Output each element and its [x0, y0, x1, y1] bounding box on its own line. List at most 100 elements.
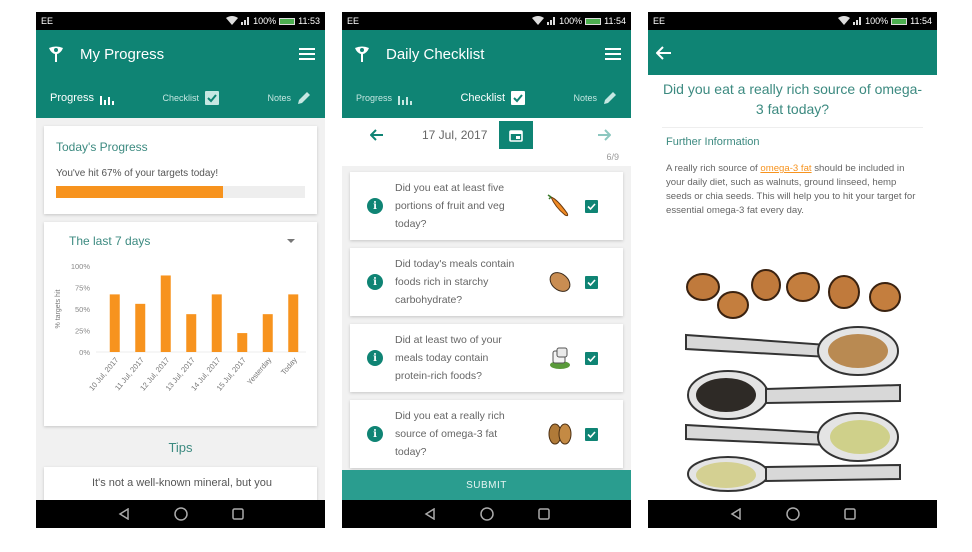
carrier-label: EE: [653, 16, 666, 26]
checklist-item: i Did today's meals contain foods rich i…: [350, 248, 623, 316]
tab-progress-label: Progress: [356, 93, 393, 103]
spoon-linseed-icon: [685, 326, 899, 376]
battery-icon: [279, 17, 296, 25]
next-day-arrow-icon[interactable]: [597, 129, 611, 141]
recents-nav-icon[interactable]: [537, 508, 550, 520]
current-date: 17 Jul, 2017: [422, 128, 488, 142]
back-arrow-icon[interactable]: [656, 45, 672, 60]
signal-icon: [547, 16, 556, 27]
page-title: Daily Checklist: [386, 45, 485, 63]
hamburger-menu-icon[interactable]: [605, 48, 621, 60]
todays-progress-heading: Today's Progress: [56, 140, 148, 154]
info-icon[interactable]: i: [367, 426, 383, 442]
walnut-icon: [545, 419, 575, 449]
further-information-text: A really rich source of omega-3 fat shou…: [648, 148, 937, 218]
home-nav-icon[interactable]: [785, 507, 800, 521]
battery-percent: 100%: [559, 16, 583, 26]
previous-day-arrow-icon[interactable]: [370, 129, 384, 141]
tab-progress[interactable]: Progress: [50, 92, 115, 105]
chart-bar: [237, 333, 248, 352]
hamburger-menu-icon[interactable]: [299, 48, 315, 60]
omega3-fat-link[interactable]: omega-3 fat: [760, 163, 811, 174]
carrot-icon: [545, 191, 575, 221]
walnut-icon: [686, 269, 901, 319]
tab-bar: Progress Checklist Notes: [36, 78, 325, 118]
walnuts-and-seeds-illustration: [685, 269, 901, 492]
progress-bar-fill: [56, 186, 223, 198]
checklist-item-text: Did at least two of your meals today con…: [395, 334, 502, 382]
last-7-days-card: The last 7 days % targets hit 0% 25% 50% 75%…: [44, 222, 317, 426]
date-navigator: 17 Jul, 2017: [342, 118, 631, 152]
android-nav-bar: [342, 500, 631, 528]
calendar-icon: [509, 129, 524, 142]
clock: 11:54: [910, 16, 932, 26]
chart-bar: [160, 275, 171, 352]
tab-progress[interactable]: Progress: [356, 92, 413, 105]
tab-bar: Progress Checklist Notes: [342, 78, 631, 118]
dropdown-arrow-icon[interactable]: [287, 239, 295, 243]
back-nav-icon[interactable]: [118, 508, 130, 520]
checklist-item-text: Did you eat a really rich source of omeg…: [395, 410, 505, 458]
info-icon[interactable]: i: [367, 350, 383, 366]
checklist-checkbox[interactable]: [585, 275, 598, 289]
tab-checklist[interactable]: Checklist: [163, 91, 220, 105]
wifi-icon: [532, 15, 545, 27]
tab-checklist[interactable]: Checklist: [460, 91, 526, 105]
recents-nav-icon[interactable]: [231, 508, 244, 520]
chart-bar: [262, 314, 273, 352]
calendar-button[interactable]: [499, 121, 534, 149]
pencil-icon: [604, 92, 616, 104]
y-tick-label: 75%: [75, 284, 90, 293]
checklist-checkbox[interactable]: [585, 199, 598, 213]
chart-bar: [288, 294, 299, 352]
carrier-label: EE: [41, 16, 54, 26]
tab-progress-label: Progress: [50, 92, 95, 104]
status-bar: EE 100% 11:54: [342, 12, 631, 30]
info-icon[interactable]: i: [367, 274, 383, 290]
app-bar: Daily Checklist Progress Checklist Notes: [342, 30, 631, 118]
question-heading: Did you eat a really rich source of omeg…: [662, 81, 923, 117]
signal-icon: [241, 16, 250, 27]
checklist-checkbox[interactable]: [585, 427, 598, 441]
info-icon[interactable]: i: [367, 198, 383, 214]
y-tick-label: 0%: [79, 348, 90, 357]
y-tick-label: 100%: [71, 262, 91, 271]
bar-chart-icon: [398, 95, 413, 105]
wifi-icon: [838, 15, 851, 27]
y-tick-label: 25%: [75, 327, 90, 336]
checklist-screen: EE 100% 11:54 Daily Checklist Progress C…: [342, 12, 631, 528]
chart-bar: [186, 314, 197, 352]
tips-heading: Tips: [168, 440, 193, 455]
back-nav-icon[interactable]: [424, 508, 436, 520]
recents-nav-icon[interactable]: [843, 508, 856, 520]
x-tick-label: Yesterday: [245, 355, 273, 386]
app-logo-icon: [352, 44, 372, 64]
tab-notes[interactable]: Notes: [267, 91, 311, 105]
y-tick-label: 50%: [75, 305, 90, 314]
chart-bar: [109, 294, 120, 352]
battery-icon: [585, 17, 602, 25]
home-nav-icon[interactable]: [173, 507, 188, 521]
further-information-heading: Further Information: [666, 136, 760, 148]
home-nav-icon[interactable]: [479, 507, 494, 521]
omega3-info-screen: EE 100% 11:54 Did you eat a really rich …: [648, 12, 937, 528]
checklist-item: i Did you eat at least five portions of …: [350, 172, 623, 240]
info-text-start: A really rich source of: [666, 163, 761, 174]
spoon-hemp-icon: [685, 412, 899, 462]
back-nav-icon[interactable]: [730, 508, 742, 520]
chart-bar: [211, 294, 222, 352]
signal-icon: [853, 16, 862, 27]
y-axis-label: % targets hit: [55, 289, 62, 328]
app-logo-icon: [46, 44, 66, 64]
tab-notes[interactable]: Notes: [573, 91, 617, 105]
tab-notes-label: Notes: [267, 93, 291, 103]
submit-button[interactable]: SUBMIT: [342, 470, 631, 500]
checklist-checkbox[interactable]: [585, 351, 598, 365]
checkbox-icon: [205, 91, 220, 105]
checklist-item: i Did you eat a really rich source of om…: [350, 400, 623, 468]
todays-progress-card: Today's Progress You've hit 67% of your …: [44, 126, 317, 214]
chart-bar: [135, 303, 146, 352]
pencil-icon: [298, 92, 310, 104]
checklist-item: i Did at least two of your meals today c…: [350, 324, 623, 392]
spoon-seeds-icon: [687, 456, 901, 492]
